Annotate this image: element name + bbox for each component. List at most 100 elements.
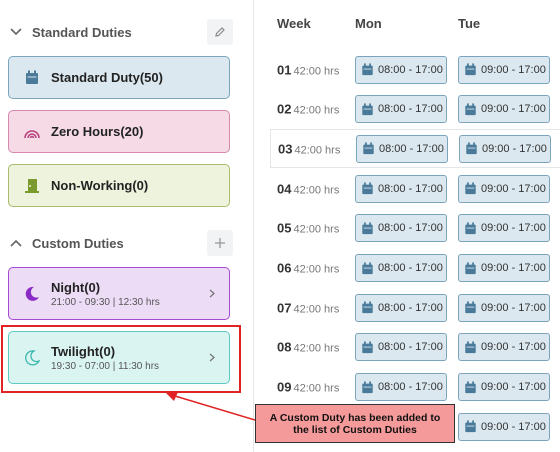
week-hours: 42:00 hrs [294, 144, 341, 157]
shift-mon[interactable]: 08:00 - 17:00 [355, 214, 447, 243]
duty-details: 21:00 - 09:30 | 12:30 hrs [51, 296, 160, 308]
shift-tue[interactable]: 09:00 - 17:00 [458, 254, 550, 282]
shift-mon[interactable]: 08:00 - 17:00 [356, 134, 448, 163]
week-num-text: 01 [277, 62, 292, 77]
shift-time: 08:00 - 17:00 [378, 222, 443, 235]
calendar-icon [361, 381, 374, 394]
week-row[interactable]: 09 42:00 hrs 08:00 - 17:00 09:00 - 17:00 [254, 368, 560, 407]
callout-line-1: A Custom Duty has been added to [269, 411, 441, 424]
week-row[interactable]: 06 42:00 hrs 08:00 - 17:00 09:00 - 17:00 [254, 249, 560, 288]
week-row[interactable]: 04 42:00 hrs 08:00 - 17:00 09:00 - 17:00 [254, 169, 560, 208]
week-num-text: 04 [277, 181, 292, 197]
shift-mon[interactable]: 08:00 - 17:00 [355, 373, 447, 402]
shift-time: 09:00 - 17:00 [481, 341, 546, 354]
calendar-icon [361, 341, 374, 354]
week-number: 07 42:00 hrs [277, 300, 339, 315]
week-num-text: 07 [277, 300, 292, 316]
shift-time: 09:00 - 17:00 [481, 262, 546, 274]
column-header-week: Week [277, 16, 311, 31]
shift-tue[interactable]: 09:00 - 17:00 [458, 174, 550, 203]
calendar-icon [361, 103, 374, 116]
shift-time: 09:00 - 17:00 [481, 222, 546, 235]
moon-icon [22, 284, 42, 304]
week-row[interactable]: 03 42:00 hrs 08:00 - 17:00 09:00 - 17:00 [270, 129, 560, 169]
duty-card-standard[interactable]: Standard Duty(50) [8, 56, 230, 99]
shift-tue[interactable]: 09:00 - 17:00 [458, 293, 550, 322]
calendar-icon [464, 103, 477, 116]
callout-line-2: the list of Custom Duties [293, 423, 417, 436]
week-row[interactable]: 08 42:00 hrs 08:00 - 17:00 09:00 - 17:00 [254, 328, 560, 367]
week-number: 09 42:00 hrs [277, 380, 339, 395]
shift-time: 08:00 - 17:00 [378, 182, 443, 195]
calendar-icon [362, 142, 375, 155]
shift-tue[interactable]: 09:00 - 17:00 [458, 333, 550, 362]
shift-tue[interactable]: 09:00 - 17:00 [458, 214, 550, 243]
week-hours: 42:00 hrs [293, 65, 340, 77]
pencil-icon[interactable] [207, 19, 233, 45]
shift-tue[interactable]: 09:00 - 17:00 [458, 412, 550, 441]
highlight-box [1, 325, 241, 393]
calendar-icon [361, 301, 374, 314]
calendar-icon [465, 142, 478, 155]
week-hours: 42:00 hrs [293, 263, 340, 276]
duty-label: Standard Duty(50) [51, 70, 163, 85]
week-number: 06 42:00 hrs [277, 261, 339, 276]
chevron-down-icon[interactable] [8, 24, 24, 40]
duty-card-zero-hours[interactable]: Zero Hours(20) [8, 110, 230, 153]
calendar-icon [361, 222, 374, 235]
custom-duties-header[interactable]: Custom Duties [8, 229, 233, 257]
chevron-right-icon[interactable] [209, 285, 215, 303]
shift-tue[interactable]: 09:00 - 17:00 [458, 95, 550, 124]
shift-time: 08:00 - 17:00 [378, 103, 443, 116]
week-number: 01 42:00 hrs [277, 62, 339, 77]
shift-mon[interactable]: 08:00 - 17:00 [355, 293, 447, 322]
calendar-icon [361, 261, 374, 275]
shift-mon[interactable]: 08:00 - 17:00 [355, 174, 447, 203]
shift-time: 09:00 - 17:00 [481, 301, 546, 314]
shift-time: 09:00 - 17:00 [481, 420, 546, 433]
week-hours: 42:00 hrs [293, 223, 340, 236]
week-number: 02 42:00 hrs [277, 102, 339, 117]
plus-icon[interactable] [207, 230, 233, 256]
chevron-up-icon[interactable] [8, 235, 24, 251]
duty-card-non-working[interactable]: Non-Working(0) [8, 164, 230, 207]
calendar-icon [361, 63, 374, 76]
week-row[interactable]: 01 42:00 hrs 08:00 - 17:00 09:00 - 17:00 [254, 50, 560, 89]
column-header-mon: Mon [355, 16, 382, 31]
week-number: 05 42:00 hrs [277, 221, 339, 236]
week-row[interactable]: 05 42:00 hrs 08:00 - 17:00 09:00 - 17:00 [254, 209, 560, 248]
shift-mon[interactable]: 08:00 - 17:00 [355, 333, 447, 362]
shift-time: 08:00 - 17:00 [378, 301, 443, 314]
duty-card-night[interactable]: Night(0) 21:00 - 09:30 | 12:30 hrs [8, 267, 230, 320]
week-num-text: 08 [277, 339, 292, 355]
week-row[interactable]: 02 42:00 hrs 08:00 - 17:00 09:00 - 17:00 [254, 90, 560, 129]
calendar-icon [464, 420, 477, 433]
week-num-text: 02 [277, 101, 292, 117]
shift-tue[interactable]: 09:00 - 17:00 [459, 134, 551, 163]
shift-mon[interactable]: 08:00 - 17:00 [355, 55, 447, 84]
shift-time: 09:00 - 17:00 [481, 381, 546, 394]
shift-time: 08:00 - 17:00 [378, 341, 443, 354]
week-number: 04 42:00 hrs [277, 181, 339, 196]
shift-mon[interactable]: 08:00 - 17:00 [355, 254, 447, 282]
rainbow-icon [22, 122, 42, 142]
shift-time: 09:00 - 17:00 [481, 63, 546, 76]
calendar-icon [464, 182, 477, 195]
shift-mon[interactable]: 08:00 - 17:00 [355, 95, 447, 124]
shift-tue[interactable]: 09:00 - 17:00 [458, 55, 550, 84]
shift-time: 08:00 - 17:00 [379, 142, 444, 155]
week-row[interactable]: 07 42:00 hrs 08:00 - 17:00 09:00 - 17:00 [254, 288, 560, 327]
calendar-icon [464, 261, 477, 275]
shift-time: 08:00 - 17:00 [378, 262, 443, 274]
custom-duties-title: Custom Duties [32, 235, 124, 251]
shift-time: 09:00 - 17:00 [481, 103, 546, 116]
week-num-text: 06 [277, 260, 292, 276]
shift-tue[interactable]: 09:00 - 17:00 [458, 373, 550, 402]
shift-time: 09:00 - 17:00 [482, 142, 547, 155]
shift-time: 09:00 - 17:00 [481, 182, 546, 195]
standard-duties-header[interactable]: Standard Duties [8, 18, 233, 46]
week-number: 08 42:00 hrs [277, 340, 339, 355]
week-hours: 42:00 hrs [293, 382, 340, 395]
duties-sidebar: Standard Duties Standard Duty(50) Zero H… [0, 0, 253, 452]
calendar-icon [361, 182, 374, 195]
